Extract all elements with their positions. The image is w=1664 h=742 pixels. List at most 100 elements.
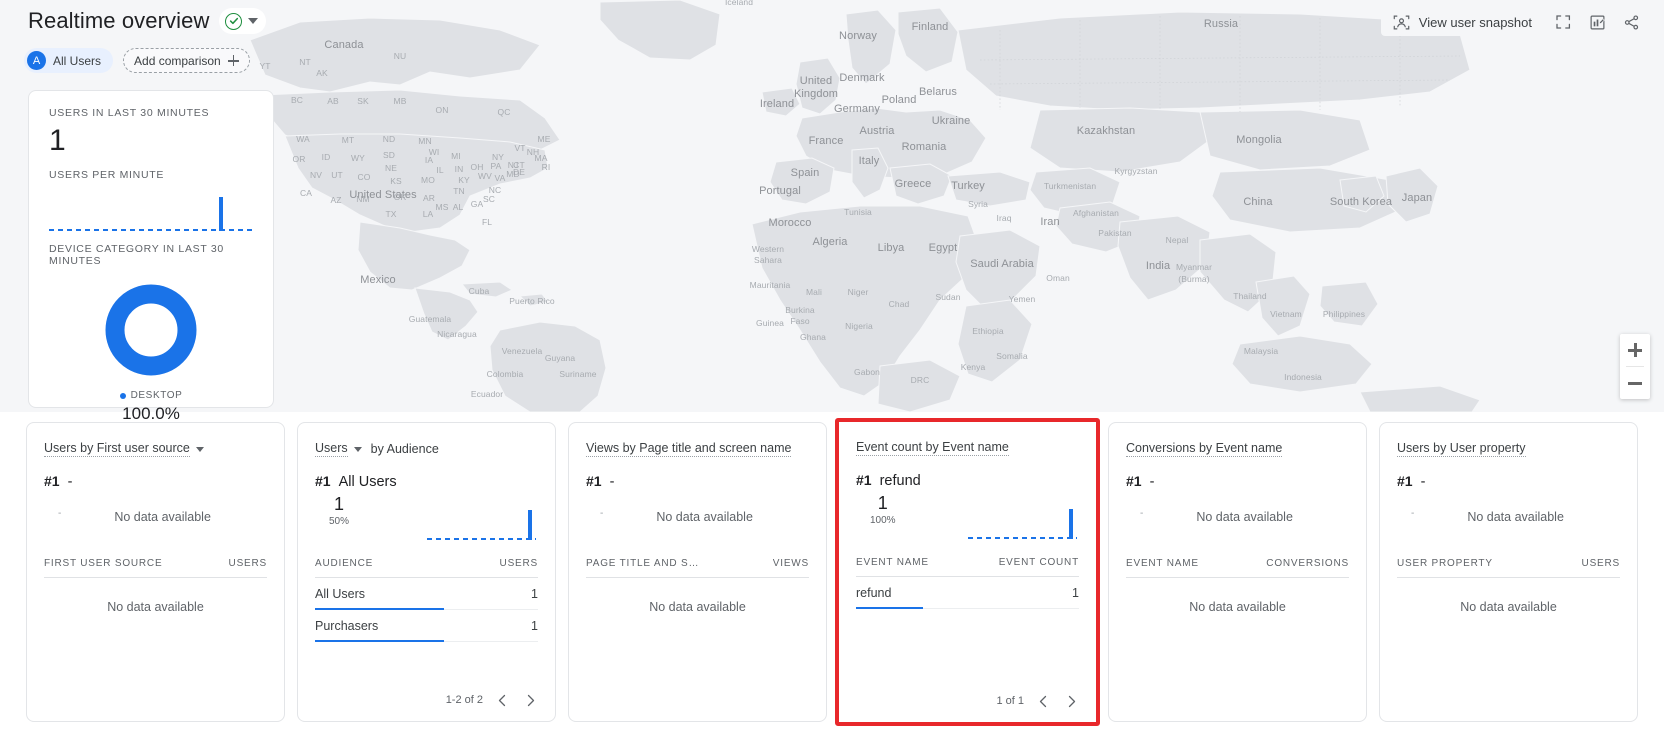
row-bar (856, 607, 923, 609)
card-title[interactable]: Conversions by Event name (1126, 441, 1282, 457)
map-label: Kyrgyzstan (1114, 166, 1157, 176)
map-label: AR (423, 193, 435, 203)
device-donut-chart (49, 281, 253, 379)
map-label: KY (458, 175, 470, 185)
pagination-next-button[interactable] (1062, 692, 1080, 710)
column-header-dimension: USER PROPERTY (1397, 558, 1493, 569)
map-label: MI (451, 151, 461, 161)
rank-number: #1 (586, 473, 602, 489)
map-label: Canada (324, 39, 363, 51)
add-comparison-button[interactable]: Add comparison (123, 48, 250, 73)
card-title[interactable]: Users by First user source (44, 441, 204, 457)
map-label: VT (514, 143, 525, 153)
donut-icon (102, 281, 200, 379)
table-row[interactable]: All Users1 (315, 578, 538, 610)
map-label: MB (394, 96, 407, 106)
map-label: ME (538, 134, 551, 144)
sparkline-bar (1069, 509, 1073, 539)
zoom-in-button[interactable] (1620, 334, 1650, 366)
card-title[interactable]: Event count by Event name (856, 440, 1009, 456)
view-user-snapshot-label: View user snapshot (1419, 15, 1532, 30)
card-conversions-by-event-name: Conversions by Event name#1--No data ava… (1108, 422, 1367, 722)
chart-no-data-text: No data available (1196, 510, 1293, 524)
map-label: Sahara (754, 255, 782, 265)
column-header-metric: CONVERSIONS (1266, 558, 1349, 569)
sparkline-bar (219, 197, 223, 231)
map-label: Burkina (785, 305, 815, 315)
map-label: AZ (330, 195, 341, 205)
stat-block: 1100% (856, 493, 1079, 549)
map-label: Japan (1402, 192, 1432, 204)
card-title[interactable]: Usersby Audience (315, 441, 439, 457)
chevron-right-icon (525, 694, 536, 707)
legend-percent: 100.0% (49, 404, 253, 424)
map-label: Iraq (996, 213, 1011, 223)
stat-left: 1100% (870, 493, 896, 526)
share-button[interactable] (1616, 8, 1646, 36)
pagination-count: 1 of 1 (996, 695, 1024, 707)
map-label: DRC (911, 375, 930, 385)
table-header: EVENT NAMEEVENT COUNT (856, 557, 1079, 577)
map-label: Puerto Rico (509, 296, 555, 306)
sparkline-baseline (968, 537, 1078, 539)
pagination-prev-button[interactable] (1034, 692, 1052, 710)
insights-button[interactable] (1582, 8, 1612, 36)
map-label: Belarus (919, 86, 957, 98)
map-label: Gabon (854, 367, 880, 377)
pagination-prev-button[interactable] (493, 691, 511, 709)
map-label: IL (436, 165, 443, 175)
top-rank-row: #1- (44, 473, 267, 490)
data-status-chip[interactable] (219, 8, 266, 34)
card-users-by-first-user-source: Users by First user source #1- - No data av… (26, 422, 285, 722)
rank-number: #1 (1126, 473, 1142, 489)
row-dimension: refund (856, 586, 891, 600)
title-row: Realtime overview (28, 8, 266, 34)
comparison-row: A All Users Add comparison (24, 48, 250, 73)
map-label: Denmark (839, 72, 884, 84)
card-event-count-by-event-name: Event count by Event name #1 refund 1100% EV… (835, 418, 1100, 726)
avatar: A (27, 51, 46, 70)
table-row[interactable]: refund1 (856, 577, 1079, 609)
users-last-30-min-label: USERS IN LAST 30 MINUTES (49, 107, 253, 119)
map-label: NM (356, 194, 369, 204)
map-zoom-controls[interactable] (1620, 334, 1650, 399)
pagination-next-button[interactable] (521, 691, 539, 709)
map-label: NV (310, 170, 322, 180)
map-label: QC (498, 107, 511, 117)
row-dimension: All Users (315, 587, 365, 601)
map-label: Libya (878, 242, 905, 254)
table-row[interactable]: Purchasers1 (315, 610, 538, 642)
stat-value: - (600, 494, 603, 520)
view-user-snapshot-button[interactable]: View user snapshot (1381, 8, 1544, 36)
table-no-data-text: No data available (586, 578, 809, 614)
map-label: Vietnam (1270, 309, 1302, 319)
map-label: BC (291, 95, 303, 105)
map-label: Morocco (769, 217, 812, 229)
fullscreen-button[interactable] (1548, 8, 1578, 36)
map-label: MS (436, 202, 449, 212)
stat-value: - (58, 494, 61, 520)
comparison-chip-label: All Users (53, 54, 101, 68)
map-label: Niger (848, 287, 869, 297)
map-label: ND (383, 134, 395, 144)
zoom-out-button[interactable] (1620, 367, 1650, 399)
map-label: NE (385, 163, 397, 173)
map-label: WA (296, 134, 310, 144)
card-sparkline (427, 504, 537, 540)
pagination-count: 1-2 of 2 (446, 694, 483, 706)
map-label: Austria (860, 125, 895, 137)
rank-number: #1 (44, 473, 60, 489)
map-label: NU (394, 51, 406, 61)
chart-no-data-text: No data available (114, 510, 211, 524)
plus-icon (228, 55, 239, 66)
map-label: TN (453, 186, 465, 196)
card-title[interactable]: Views by Page title and screen name (586, 441, 791, 457)
comparison-chip-all-users[interactable]: A All Users (24, 48, 113, 73)
column-header-metric: USERS (500, 558, 538, 569)
card-title[interactable]: Users by User property (1397, 441, 1526, 457)
add-comparison-label: Add comparison (134, 54, 221, 68)
map-label: Iran (1040, 216, 1059, 228)
map-label: Ukraine (932, 115, 971, 127)
rank-number: #1 (856, 472, 872, 488)
chevron-down-icon (248, 18, 258, 24)
